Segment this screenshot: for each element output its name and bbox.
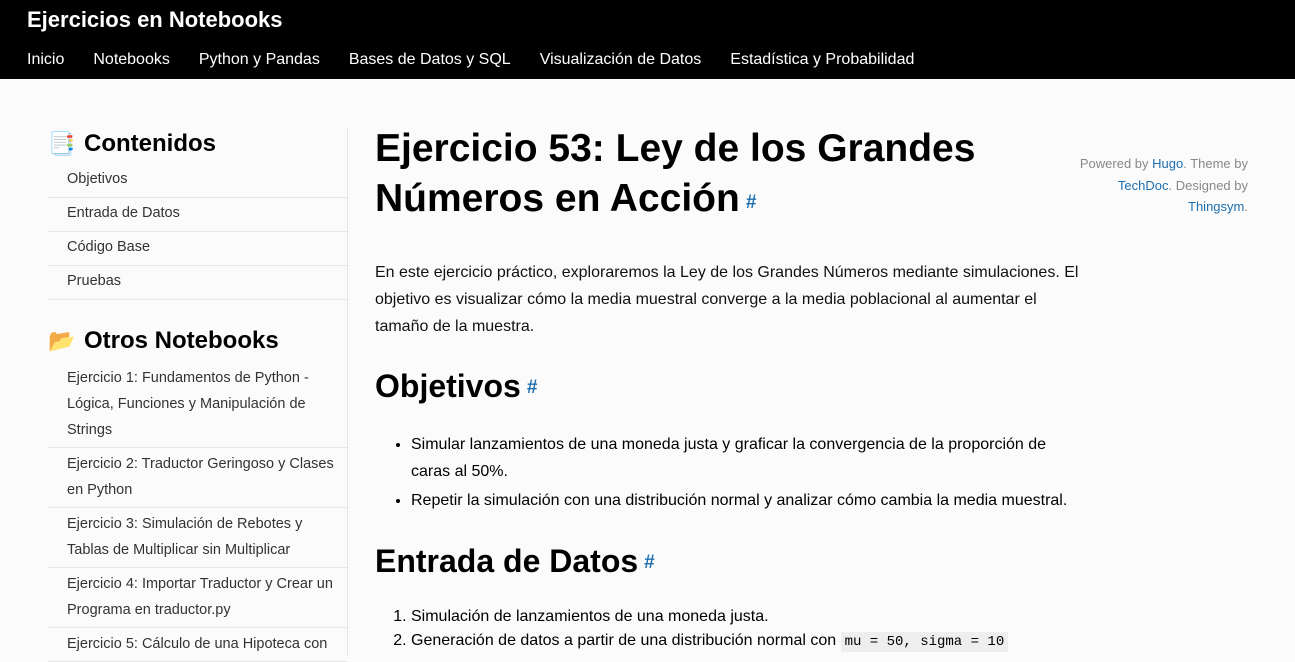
entrada-anchor-link[interactable]: # <box>644 552 655 573</box>
site-header: Ejercicios en Notebooks Inicio Notebooks… <box>0 0 1295 79</box>
toc-item-objetivos[interactable]: Objetivos <box>48 165 347 198</box>
toc-heading-label: Contenidos <box>84 130 216 157</box>
nav-inicio[interactable]: Inicio <box>27 51 64 69</box>
entrada-list: Simulación de lanzamientos de una moneda… <box>411 605 1085 654</box>
list-item: Repetir la simulación con una distribuci… <box>411 487 1085 514</box>
section-heading-text: Objetivos <box>375 368 521 404</box>
hugo-link[interactable]: Hugo <box>1152 156 1183 171</box>
nav-estadistica-probabilidad[interactable]: Estadística y Probabilidad <box>730 51 914 69</box>
section-heading-entrada-datos: Entrada de Datos # <box>375 541 1085 581</box>
section-heading-text: Entrada de Datos <box>375 543 639 579</box>
section-heading-objetivos: Objetivos # <box>375 366 1085 406</box>
toc-list: Objetivos Entrada de Datos Código Base P… <box>48 165 347 300</box>
nav-visualizacion-datos[interactable]: Visualización de Datos <box>540 51 702 69</box>
notebook-link[interactable]: Ejercicio 5: Cálculo de una Hipoteca con <box>48 628 347 662</box>
list-item: Simular lanzamientos de una moneda justa… <box>411 431 1085 485</box>
nav-notebooks[interactable]: Notebooks <box>93 51 170 69</box>
intro-paragraph: En este ejercicio práctico, exploraremos… <box>375 264 1079 335</box>
bookmark-tabs-icon: 📑 <box>48 131 76 156</box>
page-title: Ejercicio 53: Ley de los Grandes Números… <box>375 124 1085 224</box>
other-notebooks-heading-label: Otros Notebooks <box>84 327 279 354</box>
notebook-link[interactable]: Ejercicio 3: Simulación de Rebotes y Tab… <box>48 508 347 568</box>
objetivos-anchor-link[interactable]: # <box>527 377 538 398</box>
nav-bases-datos-sql[interactable]: Bases de Datos y SQL <box>349 51 511 69</box>
notebook-link[interactable]: Ejercicio 4: Importar Traductor y Crear … <box>48 568 347 628</box>
credits-text: . Designed by <box>1168 177 1249 193</box>
page-title-text: Ejercicio 53: Ley de los Grandes Números… <box>375 127 976 220</box>
objetivos-list: Simular lanzamientos de una moneda justa… <box>411 431 1085 514</box>
notebook-link[interactable]: Ejercicio 1: Fundamentos de Python - Lóg… <box>48 362 347 448</box>
sidebar: 📑 Contenidos Objetivos Entrada de Datos … <box>48 128 348 662</box>
credits-text: Powered by <box>1079 156 1153 171</box>
toc-item-entrada-datos[interactable]: Entrada de Datos <box>48 198 347 232</box>
thingsym-link[interactable]: Thingsym <box>1188 199 1244 214</box>
nav-python-pandas[interactable]: Python y Pandas <box>199 51 320 69</box>
top-nav: Inicio Notebooks Python y Pandas Bases d… <box>27 51 914 69</box>
techdoc-link[interactable]: TechDoc <box>1118 178 1169 193</box>
list-item-text: Generación de datos a partir de una dist… <box>411 632 837 649</box>
other-notebooks-heading: 📂 Otros Notebooks <box>48 325 347 357</box>
open-folder-icon: 📂 <box>48 328 76 353</box>
main-content: Ejercicio 53: Ley de los Grandes Números… <box>375 124 1085 654</box>
credits-text: . Theme by <box>1183 156 1248 171</box>
credits: Powered by Hugo. Theme by TechDoc. Desig… <box>1068 153 1248 218</box>
inline-code: mu = 50, sigma = 10 <box>840 632 1009 652</box>
title-anchor-link[interactable]: # <box>746 192 757 213</box>
site-title[interactable]: Ejercicios en Notebooks <box>27 7 283 33</box>
credits-text: . <box>1244 199 1248 214</box>
other-notebooks-list: Ejercicio 1: Fundamentos de Python - Lóg… <box>48 362 347 662</box>
notebook-link[interactable]: Ejercicio 2: Traductor Geringoso y Clase… <box>48 448 347 508</box>
toc-item-pruebas[interactable]: Pruebas <box>48 266 347 300</box>
list-item: Generación de datos a partir de una dist… <box>411 629 1085 654</box>
list-item: Simulación de lanzamientos de una moneda… <box>411 605 1085 629</box>
toc-item-codigo-base[interactable]: Código Base <box>48 232 347 266</box>
toc-heading: 📑 Contenidos <box>48 128 347 160</box>
